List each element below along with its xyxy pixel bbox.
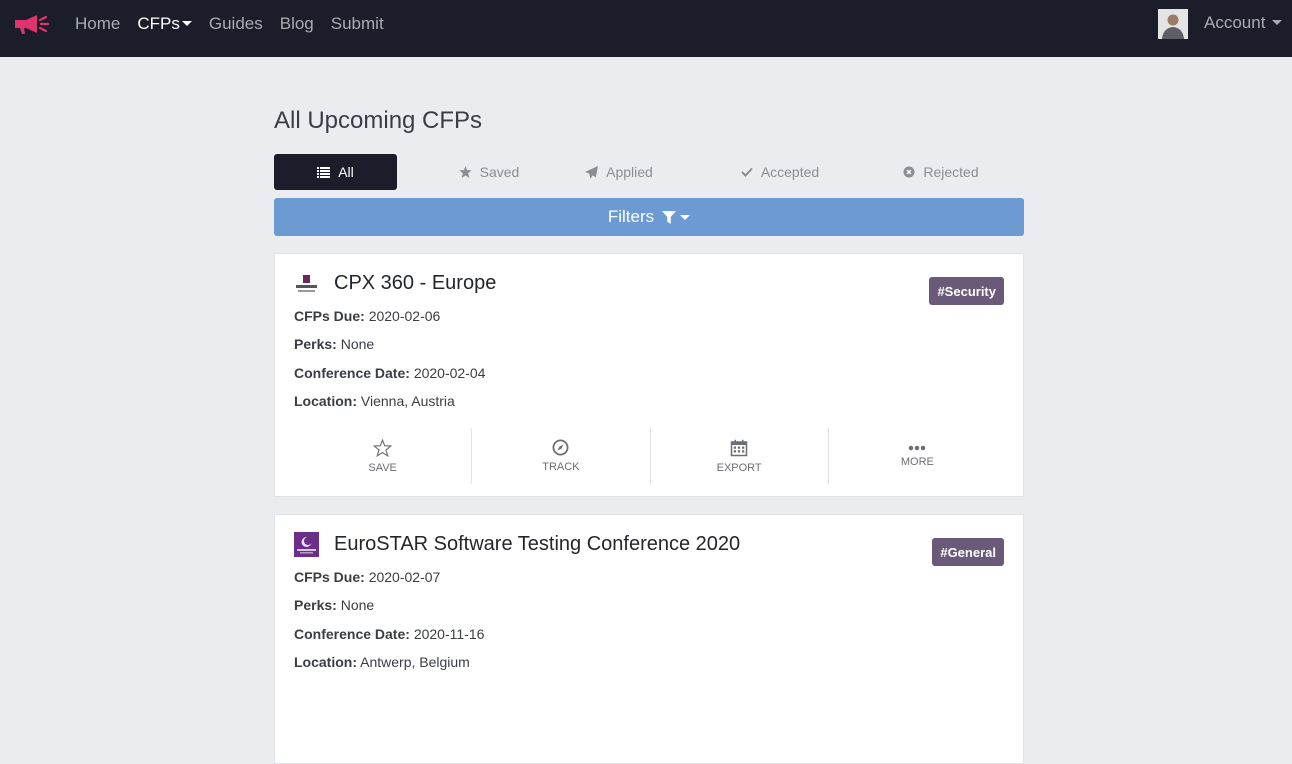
conference-date-value: 2020-11-16 <box>413 626 485 642</box>
tab-rejected-label: Rejected <box>923 164 979 180</box>
perks-label: Perks: <box>294 597 337 613</box>
nav-guides[interactable]: Guides <box>209 14 263 34</box>
cfp-due-field: CFPs Due: 2020-02-06 <box>294 308 440 324</box>
cfp-due-field: CFPs Due: 2020-02-07 <box>294 569 440 585</box>
tab-saved-label: Saved <box>479 164 520 180</box>
star-icon <box>458 166 472 178</box>
tab-all[interactable]: All <box>274 154 397 190</box>
calendar-icon <box>730 439 748 456</box>
cfp-title[interactable]: EuroSTAR Software Testing Conference 202… <box>334 533 740 556</box>
location-label: Location: <box>294 393 357 409</box>
cfp-due-label: CFPs Due: <box>294 308 365 324</box>
megaphone-logo-icon[interactable] <box>13 12 51 36</box>
page-title: All Upcoming CFPs <box>274 107 483 134</box>
caret-down-icon <box>181 21 192 26</box>
caret-down-icon <box>680 214 691 220</box>
conference-date-field: Conference Date: 2020-11-16 <box>294 626 484 642</box>
nav-cfps-dropdown[interactable]: CFPs <box>137 14 192 34</box>
perks-field: Perks: None <box>294 597 374 613</box>
conference-date-value: 2020-02-04 <box>413 365 486 381</box>
cfp-status-tabs: All Saved Applied Accepted Rejected <box>274 154 1024 190</box>
account-label: Account <box>1204 13 1266 32</box>
cfp-card: CPX 360 - Europe #Security CFPs Due: 202… <box>274 253 1024 497</box>
tab-applied[interactable]: Applied <box>574 154 664 190</box>
cfp-card: EuroSTAR Software Testing Conference 202… <box>274 514 1024 764</box>
conference-date-label: Conference Date: <box>294 365 410 381</box>
export-button[interactable]: EXPORT <box>651 428 829 484</box>
account-dropdown[interactable]: Account <box>1204 13 1283 33</box>
top-navbar: Home CFPs Guides Blog Submit Account <box>0 0 1292 57</box>
cfp-title[interactable]: CPX 360 - Europe <box>334 272 496 295</box>
tab-rejected[interactable]: Rejected <box>896 154 986 190</box>
x-circle-icon <box>903 166 915 178</box>
more-label: MORE <box>900 455 934 468</box>
check-icon <box>741 167 753 177</box>
filters-label: Filters <box>607 207 655 226</box>
tab-accepted-label: Accepted <box>760 164 820 180</box>
location-value: Antwerp, Belgium <box>360 654 470 670</box>
paper-plane-icon <box>585 165 599 179</box>
cfp-due-value: 2020-02-06 <box>368 308 441 324</box>
perks-value: None <box>340 597 375 613</box>
category-tag[interactable]: #General <box>932 538 1004 566</box>
location-field: Location: Antwerp, Belgium <box>294 654 470 670</box>
save-button[interactable]: SAVE <box>294 428 473 484</box>
save-label: SAVE <box>368 461 397 474</box>
funnel-icon <box>662 210 677 224</box>
track-button[interactable]: TRACK <box>472 428 651 484</box>
nav-blog[interactable]: Blog <box>280 14 314 34</box>
tab-all-label: All <box>338 164 354 180</box>
export-label: EXPORT <box>716 461 762 474</box>
more-button[interactable]: MORE <box>829 428 1006 484</box>
conference-date-field: Conference Date: 2020-02-04 <box>294 365 485 381</box>
cfp-actions: SAVE TRACK EXPORT MORE <box>294 428 1006 484</box>
user-avatar[interactable] <box>1158 9 1188 39</box>
tab-saved[interactable]: Saved <box>434 154 544 190</box>
check-point-logo-icon <box>294 273 319 298</box>
tab-applied-label: Applied <box>606 164 653 180</box>
nav-submit[interactable]: Submit <box>331 14 384 34</box>
category-tag[interactable]: #Security <box>929 277 1004 305</box>
compass-icon <box>552 439 569 456</box>
location-field: Location: Vienna, Austria <box>294 393 455 409</box>
perks-label: Perks: <box>294 336 337 352</box>
filters-button[interactable]: Filters <box>274 198 1024 236</box>
location-value: Vienna, Austria <box>360 393 455 409</box>
conference-date-label: Conference Date: <box>294 626 410 642</box>
star-outline-icon <box>373 438 393 457</box>
tab-accepted[interactable]: Accepted <box>730 154 830 190</box>
cfp-due-value: 2020-02-07 <box>368 569 441 585</box>
track-label: TRACK <box>542 461 580 473</box>
ellipsis-icon <box>909 445 926 450</box>
nav-home[interactable]: Home <box>75 14 120 34</box>
location-label: Location: <box>294 654 357 670</box>
list-icon <box>317 166 331 178</box>
caret-down-icon <box>1272 20 1283 25</box>
perks-field: Perks: None <box>294 336 374 352</box>
cfp-due-label: CFPs Due: <box>294 569 365 585</box>
perks-value: None <box>340 336 375 352</box>
eurostar-logo-icon <box>294 532 319 557</box>
nav-cfps-label: CFPs <box>137 14 180 33</box>
